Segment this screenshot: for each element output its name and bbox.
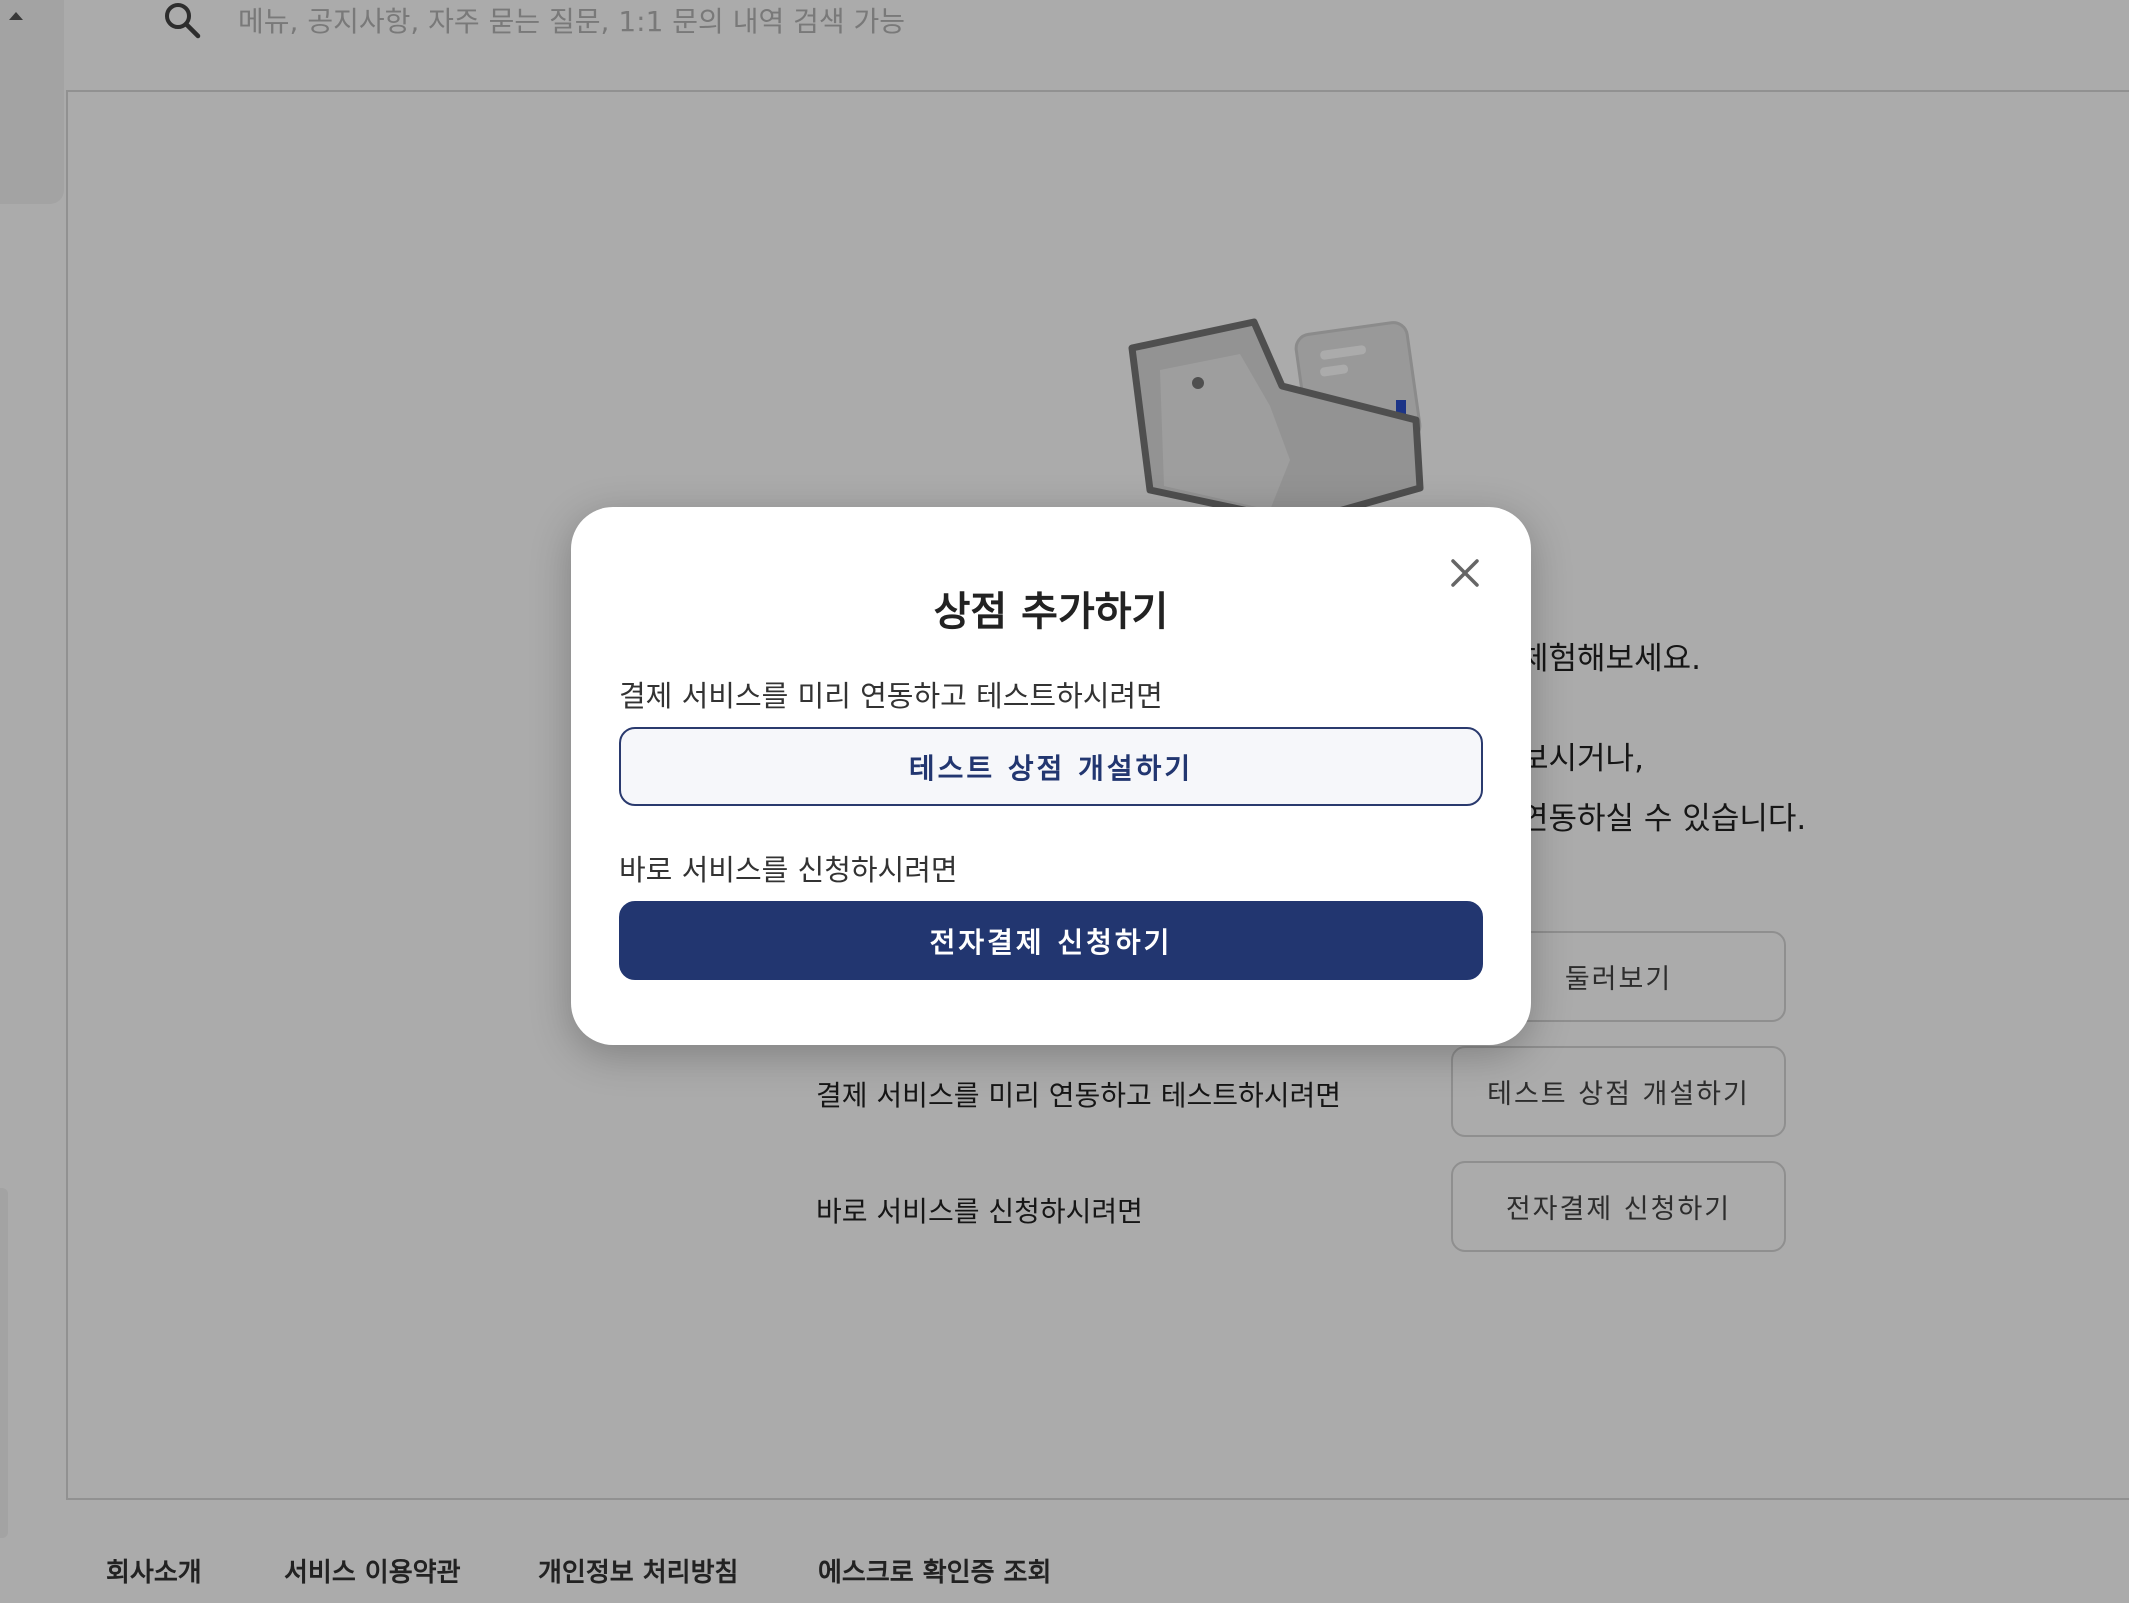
modal-title: 상점 추가하기 bbox=[933, 589, 1169, 635]
app-root: 메뉴, 공지사항, 자주 묻는 질문, 1:1 문의 내역 검색 가능 체험해보… bbox=[0, 0, 2129, 1603]
modal-apply-desc: 바로 서비스를 신청하시려면 bbox=[619, 853, 958, 887]
modal-open-test-store-button[interactable]: 테스트 상점 개설하기 bbox=[619, 727, 1483, 806]
modal-test-desc: 결제 서비스를 미리 연동하고 테스트하시려면 bbox=[619, 679, 1163, 713]
modal-apply-payment-button[interactable]: 전자결제 신청하기 bbox=[619, 901, 1483, 980]
add-store-modal: 상점 추가하기 결제 서비스를 미리 연동하고 테스트하시려면 테스트 상점 개… bbox=[571, 507, 1531, 1045]
